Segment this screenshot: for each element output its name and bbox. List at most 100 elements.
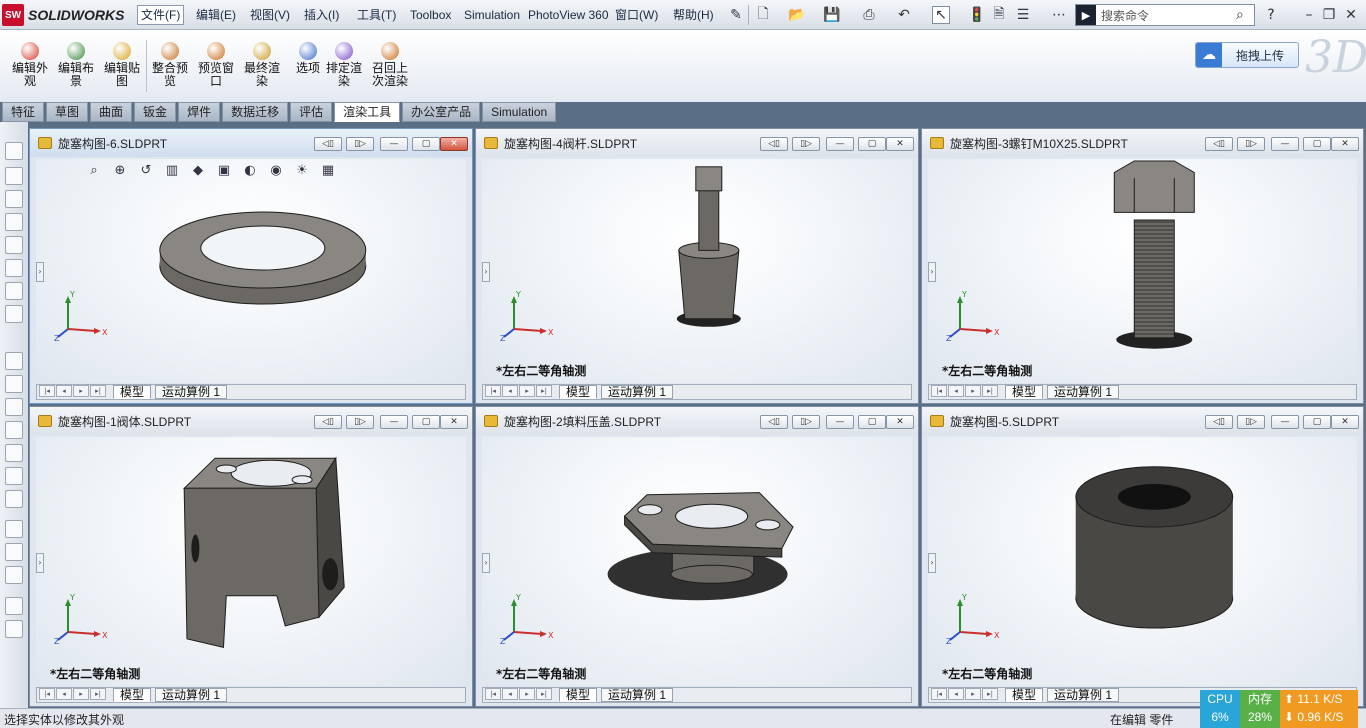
menu-view[interactable]: 视图(V) — [250, 6, 290, 24]
prev-view-icon[interactable]: ◁▯ — [760, 137, 788, 151]
close-icon[interactable]: ✕ — [440, 137, 468, 151]
last-arrow-icon[interactable]: ▸| — [982, 385, 998, 397]
window-close-icon[interactable]: ✕ — [1342, 6, 1360, 24]
expand-panel-icon[interactable]: › — [928, 262, 936, 282]
sketch-tool-icon[interactable] — [5, 444, 23, 462]
prev-arrow-icon[interactable]: ◂ — [56, 688, 72, 700]
close-icon[interactable]: ✕ — [886, 415, 914, 429]
tab-2[interactable]: 曲面 — [90, 102, 133, 122]
tab-model[interactable]: 模型 — [113, 385, 152, 399]
sketch-tool-icon[interactable] — [5, 142, 23, 160]
expand-panel-icon[interactable]: › — [36, 552, 44, 573]
ribbon-button-7[interactable]: 排定渲 染 — [322, 42, 366, 92]
next-view-icon[interactable]: ▯▷ — [792, 415, 820, 429]
sketch-tool-icon[interactable] — [5, 467, 23, 485]
section-view-icon[interactable]: ▥ — [164, 163, 180, 179]
prev-arrow-icon[interactable]: ◂ — [502, 385, 518, 397]
menu-window[interactable]: 窗口(W) — [615, 6, 658, 24]
tab-model[interactable]: 模型 — [559, 385, 598, 399]
document-window[interactable]: 旋塞构图-1阀体.SLDPRT ◁▯ ▯▷ — ▢ ✕ Y X Z › *左右二… — [29, 406, 473, 707]
ribbon-button-2[interactable]: 编辑贴 图 — [100, 42, 144, 92]
prev-arrow-icon[interactable]: ◂ — [502, 688, 518, 700]
tab-scroll-arrows[interactable]: |◂ ◂ ▸ ▸| — [483, 688, 555, 702]
tab-3[interactable]: 钣金 — [134, 102, 177, 122]
next-arrow-icon[interactable]: ▸ — [519, 688, 535, 700]
sketch-tool-icon[interactable] — [5, 421, 23, 439]
next-arrow-icon[interactable]: ▸ — [519, 385, 535, 397]
minimize-icon[interactable]: — — [826, 415, 854, 429]
tab-scroll-arrows[interactable]: |◂ ◂ ▸ ▸| — [929, 688, 1001, 702]
app-logo[interactable]: SW SOLIDWORKS — [2, 3, 128, 27]
last-arrow-icon[interactable]: ▸| — [536, 688, 552, 700]
expand-panel-icon[interactable]: › — [482, 552, 490, 573]
file-properties-icon[interactable]: 🗎 — [990, 6, 1008, 24]
print-icon[interactable]: ⎙ — [860, 6, 878, 24]
sketch-tool-icon[interactable] — [5, 167, 23, 185]
tab-4[interactable]: 焊件 — [178, 102, 221, 122]
menu-edit[interactable]: 编辑(E) — [196, 6, 236, 24]
minimize-icon[interactable]: — — [1271, 415, 1299, 429]
minimize-icon[interactable]: — — [826, 137, 854, 151]
graphics-viewport[interactable]: Y X Z › *左右二等角轴测 — [928, 159, 1357, 383]
next-view-icon[interactable]: ▯▷ — [346, 415, 374, 429]
tab-scroll-arrows[interactable]: |◂ ◂ ▸ ▸| — [483, 385, 555, 399]
view-settings-icon[interactable]: ▦ — [320, 163, 336, 179]
maximize-icon[interactable]: ▢ — [858, 137, 886, 151]
menu-insert[interactable]: 插入(I) — [304, 6, 339, 24]
prev-view-icon[interactable]: ◁▯ — [760, 415, 788, 429]
window-minimize-icon[interactable]: – — [1300, 6, 1318, 24]
first-arrow-icon[interactable]: |◂ — [485, 688, 501, 700]
document-window[interactable]: 旋塞构图-3螺钉M10X25.SLDPRT ◁▯ ▯▷ — ▢ ✕ Y X Z … — [921, 128, 1364, 404]
graphics-viewport[interactable]: Y X Z › *左右二等角轴测 — [482, 437, 912, 686]
document-window[interactable]: 旋塞构图-4阀杆.SLDPRT ◁▯ ▯▷ — ▢ ✕ Y X Z › *左右二… — [475, 128, 919, 404]
next-arrow-icon[interactable]: ▸ — [73, 385, 89, 397]
tab-motion-study[interactable]: 运动算例 1 — [601, 385, 674, 399]
open-folder-icon[interactable]: 📂 — [788, 6, 806, 24]
close-icon[interactable]: ✕ — [886, 137, 914, 151]
first-arrow-icon[interactable]: |◂ — [931, 385, 947, 397]
save-icon[interactable]: 💾 — [823, 6, 841, 24]
close-icon[interactable]: ✕ — [1331, 415, 1359, 429]
next-view-icon[interactable]: ▯▷ — [346, 137, 374, 151]
command-search[interactable]: ▶ 搜索命令 ⌕ — [1075, 4, 1255, 26]
apply-scene-icon[interactable]: ☀ — [294, 163, 310, 179]
tab-1[interactable]: 草图 — [46, 102, 89, 122]
help-question-icon[interactable]: ? — [1262, 6, 1280, 24]
menu-toolbox[interactable]: Toolbox — [410, 6, 451, 24]
more-tools-icon[interactable]: ⋯ — [1050, 6, 1068, 24]
maximize-icon[interactable]: ▢ — [858, 415, 886, 429]
next-view-icon[interactable]: ▯▷ — [1237, 415, 1265, 429]
menu-photoview[interactable]: PhotoView 360 — [528, 6, 609, 24]
view-orientation-icon[interactable]: ◆ — [190, 163, 206, 179]
sketch-tool-icon[interactable] — [5, 543, 23, 561]
tab-motion-study[interactable]: 运动算例 1 — [1047, 688, 1120, 702]
sketch-tool-icon[interactable] — [5, 566, 23, 584]
prev-arrow-icon[interactable]: ◂ — [948, 688, 964, 700]
tab-6[interactable]: 评估 — [290, 102, 333, 122]
graphics-viewport[interactable]: Y X Z › ⌕ ⊕ ↺ ▥ ◆ ▣ ◐ ◉ ☀ ▦ — [36, 159, 466, 383]
search-icon[interactable]: ⌕ — [1236, 7, 1254, 23]
graphics-viewport[interactable]: Y X Z › *左右二等角轴测 — [482, 159, 912, 383]
minimize-icon[interactable]: — — [1271, 137, 1299, 151]
next-arrow-icon[interactable]: ▸ — [965, 688, 981, 700]
zoom-area-icon[interactable]: ⊕ — [112, 163, 128, 179]
ribbon-button-4[interactable]: 预览窗 口 — [194, 42, 238, 92]
menu-simulation[interactable]: Simulation — [464, 6, 520, 24]
prev-arrow-icon[interactable]: ◂ — [56, 385, 72, 397]
search-input[interactable]: 搜索命令 — [1096, 7, 1236, 24]
document-window[interactable]: 旋塞构图-5.SLDPRT ◁▯ ▯▷ — ▢ ✕ Y X Z › *左右二等角… — [921, 406, 1364, 707]
tab-model[interactable]: 模型 — [1005, 688, 1044, 702]
sketch-tool-icon[interactable] — [5, 398, 23, 416]
sketch-tool-icon[interactable] — [5, 190, 23, 208]
expand-panel-icon[interactable]: › — [482, 262, 490, 282]
graphics-viewport[interactable]: Y X Z › *左右二等角轴测 — [36, 437, 466, 686]
sketch-tool-icon[interactable] — [5, 213, 23, 231]
pin-icon[interactable]: ✎ — [727, 6, 745, 24]
prev-view-icon[interactable]: ◁▯ — [314, 137, 342, 151]
display-style-icon[interactable]: ▣ — [216, 163, 232, 179]
expand-panel-icon[interactable]: › — [36, 262, 44, 282]
first-arrow-icon[interactable]: |◂ — [39, 688, 55, 700]
options-icon[interactable]: ☰ — [1014, 6, 1032, 24]
next-arrow-icon[interactable]: ▸ — [965, 385, 981, 397]
sketch-tool-icon[interactable] — [5, 259, 23, 277]
